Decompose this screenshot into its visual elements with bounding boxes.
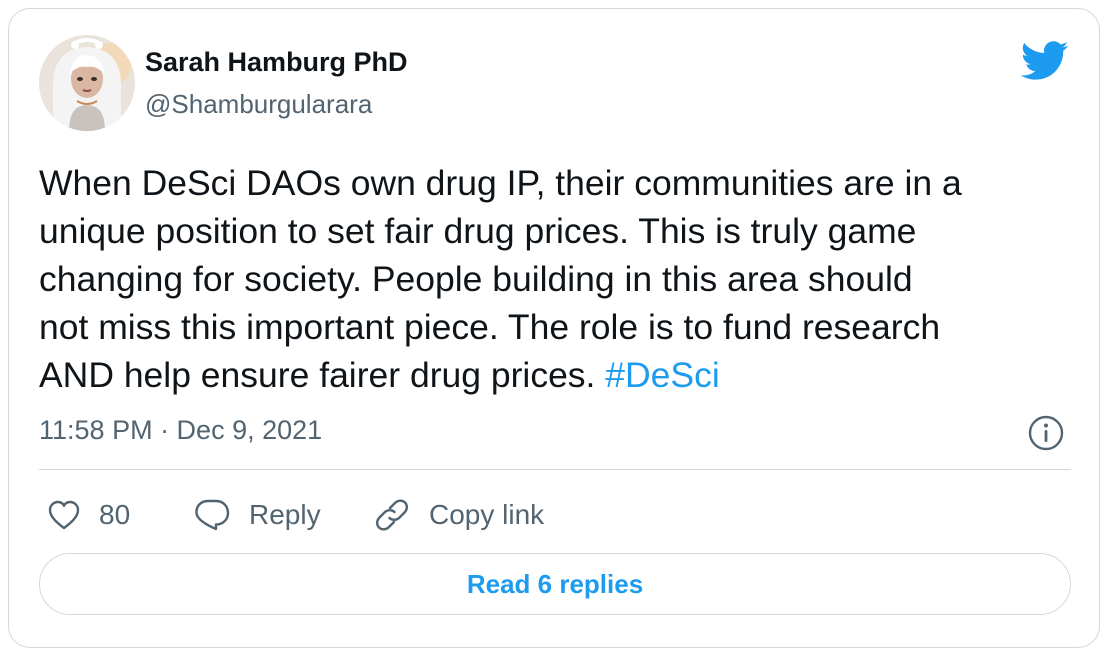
tweet-text-line: changing for society. People building in… [39, 259, 913, 299]
reply-label: Reply [249, 499, 321, 530]
tweet-text-line: When DeSci DAOs own drug IP, their commu… [39, 163, 962, 203]
avatar-illustration [39, 35, 135, 131]
twitter-bird-icon[interactable] [1020, 41, 1069, 81]
hashtag-link[interactable]: #DeSci [605, 355, 719, 395]
tweet-text: When DeSci DAOs own drug IP, their commu… [39, 159, 1069, 399]
tweet-card: Sarah Hamburg PhD @Shamburgularara When … [8, 8, 1100, 648]
read-replies-button[interactable]: Read 6 replies [39, 553, 1071, 615]
author-name[interactable]: Sarah Hamburg PhD [145, 47, 408, 78]
copy-link-button[interactable]: Copy link [373, 495, 544, 535]
tweet-timestamp[interactable]: 11:58 PM · Dec 9, 2021 [39, 415, 322, 446]
tweet-text-line: AND help ensure fairer drug prices. [39, 355, 606, 395]
avatar[interactable] [39, 35, 135, 131]
author-handle[interactable]: @Shamburgularara [145, 89, 372, 120]
tweet-text-last-line: AND help ensure fairer drug prices. #DeS… [39, 351, 1069, 399]
speech-bubble-icon [195, 499, 230, 531]
tweet-text-line: unique position to set fair drug prices.… [39, 211, 917, 251]
link-icon [375, 499, 409, 531]
reply-button[interactable]: Reply [193, 495, 321, 535]
info-icon[interactable] [1027, 414, 1065, 452]
read-replies-label: Read 6 replies [466, 568, 644, 599]
tweet-text-line: not miss this important piece. The role … [39, 307, 941, 347]
heart-icon [48, 500, 80, 530]
like-button[interactable]: 80 [47, 495, 130, 535]
like-count: 80 [99, 499, 131, 530]
divider [39, 469, 1071, 470]
copy-link-label: Copy link [429, 499, 545, 530]
